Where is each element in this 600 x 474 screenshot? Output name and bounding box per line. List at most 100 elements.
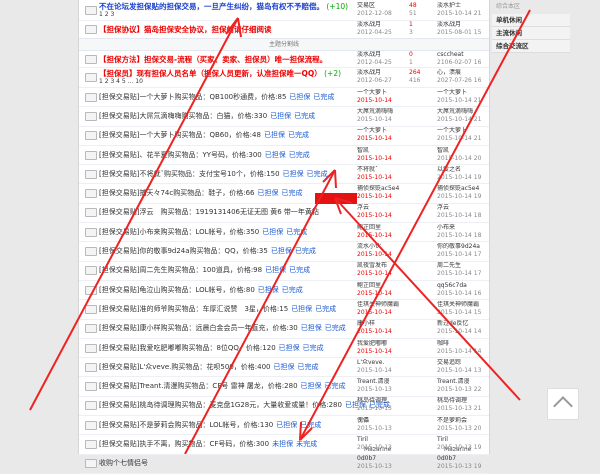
last-post-user[interactable]: 淡水战月 [437,21,489,29]
thread-author-name[interactable]: 康小样 [357,320,409,328]
thread-title-text[interactable]: 【担保方法】担保交易-流程（买家、卖家、担保员）唯一担保流程。 [99,55,327,64]
thread-author-name[interactable]: 淡水战月 [357,51,409,59]
guarantee-status-link[interactable]: 已担保 [265,151,286,159]
guarantee-status-link[interactable]: 已担保 [276,421,297,429]
thread-author-name[interactable]: 智凯 [357,147,409,155]
last-post-user[interactable]: 小布来 [437,224,489,232]
completion-status-link[interactable]: 未完成 [296,440,317,448]
last-post-user[interactable]: 佳琪关神师魔霸 [437,301,489,309]
thread-title-link[interactable]: [担保交易贴]捕天々74c购买物品：鞋子，价格:66 已担保 已完成 [99,188,302,198]
thread-title-link[interactable]: [担保交易贴]我爱吃肥嘟嘟购买物品：8位QQ，价格:120 已担保 已完成 [99,343,324,353]
last-post-user[interactable]: csccheat [437,51,489,59]
last-post-user[interactable]: 一个大萝卜 [437,127,489,135]
thread-author-name[interactable]: 鲍芷回里 [357,282,409,290]
thread-title-text[interactable]: [担保交易贴]浮云 购买物品：1919131406无证无图 黄6 带一年黄钻 [99,208,319,216]
side-top-link[interactable]: 综合本区 [492,0,570,14]
completion-status-link[interactable]: 已完成 [286,228,307,236]
thread-title-text[interactable]: 不在论坛发担保贴的担保交易，一旦产生纠纷，猫岛有权不予赔偿。 [99,2,324,11]
guarantee-status-link[interactable]: 已担保 [291,305,312,313]
thread-author-name[interactable]: 交易区 [357,2,409,10]
guarantee-status-link[interactable]: 已担保 [279,344,300,352]
thread-pager-text[interactable]: 1 2 3 4 5 ... 10 [99,78,143,85]
back-to-top-button[interactable] [547,388,579,420]
thread-title-link[interactable]: [担保交易贴]浮云 购买物品：1919131406无证无图 黄6 带一年黄钻 [99,207,319,217]
completion-status-link[interactable]: 已完成 [307,170,328,178]
side-item-general[interactable]: 综合交流区 [492,40,570,53]
thread-title-link[interactable]: [担保交易贴]大屌氘滴嗨嗨购买物品：白猫，价格:330 已担保 已完成 [99,111,315,121]
guarantee-status-link[interactable]: 已担保 [301,382,322,390]
thread-title-text[interactable]: [担保交易贴]一个大萝卜购买物品：QB100秒通费，价格:85 [99,93,286,101]
thread-author-name[interactable]: 凯夜雪发布 [357,262,409,270]
last-post-user[interactable]: 不是萝莉会 [437,417,489,425]
completion-status-link[interactable]: 已完成 [325,382,346,390]
thread-title-link[interactable]: 不在论坛发担保贴的担保交易，一旦产生纠纷，猫岛有权不予赔偿。 (+10) [99,1,348,12]
last-post-user[interactable]: qq56c7da [437,282,489,290]
guarantee-status-link[interactable]: 已担保 [270,112,291,120]
guarantee-status-link[interactable]: 已担保 [265,266,286,274]
completion-status-link[interactable]: 已完成 [294,112,315,120]
thread-title-text[interactable]: [担保交易贴]Treant.清漫购买物品：CF号 雷神 屠龙，价格:280 [99,382,298,390]
thread-title-text[interactable]: [担保交易贴]一个大萝卜购买物品：QB60，价格:48 [99,131,261,139]
side-item-single[interactable]: 单机休闲 [492,14,570,27]
thread-title-link[interactable]: 收购个七情侣号 [99,458,148,468]
thread-title-text[interactable]: [担保交易贴]小布来购买物品：LOL帐号，价格:350 [99,228,259,236]
thread-title-text[interactable]: [担保交易贴]准的师爷购买物品：车厚汇说赞 3星，价格:15 [99,305,288,313]
guarantee-status-link[interactable]: 已担保 [262,228,283,236]
thread-author-name[interactable]: 佳琪关神师魔霸 [357,301,409,309]
thread-title-text[interactable]: [担保交易贴]你的敬事9d24a购买物品：QQ，价格:35 [99,247,268,255]
last-post-user[interactable]: 桃岛待调理 [437,397,489,405]
last-post-user[interactable]: 一个大萝卜 [437,89,489,97]
thread-title-text[interactable]: [担保交易贴]康小样购买物品：远晨白金会员一年直充，价格:30 [99,324,298,332]
completion-status-link[interactable]: 已完成 [303,344,324,352]
last-post-user[interactable]: 心，溃痕 [437,69,489,77]
guarantee-status-link[interactable]: 已担保 [274,363,295,371]
last-post-user[interactable]: 新过de反忆 [437,320,489,328]
completion-status-link[interactable]: 已完成 [282,286,303,294]
thread-title-text[interactable]: [担保交易贴]执手不离，购买物品：CF号码，价格:300 [99,440,269,448]
guarantee-status-link[interactable]: 已担保 [271,247,292,255]
last-post-user[interactable]: 咖啡 [437,340,489,348]
thread-title-text[interactable]: 收购个七情侣号 [99,459,148,467]
thread-title-link[interactable]: [担保交易贴]准的师爷购买物品：车厚汇说赞 3星，价格:15 已担保 已完成 [99,304,336,314]
last-post-user[interactable]: 大屌氘滴嗨嗨 [437,108,489,116]
thread-title-text[interactable]: [担保交易贴]龟泣山购买物品：LOL帐号，价格:80 [99,286,255,294]
completion-status-link[interactable]: 已完成 [315,305,336,313]
thread-title-link[interactable]: [担保交易贴]康小样购买物品：远晨白金会员一年直充，价格:30 已担保 已完成 [99,323,346,333]
guarantee-status-link[interactable]: 未担保 [272,440,293,448]
last-post-user[interactable]: 交易追踪 [437,359,489,367]
thread-author-name[interactable]: 一个大萝卜 [357,89,409,97]
thread-title-link[interactable]: [担保交易贴]不是萝莉会购买物品：LOL帐号，价格:130 已担保 已完成 [99,420,321,430]
thread-pager[interactable]: 1 2 3 4 5 ... 10 [99,77,143,85]
completion-status-link[interactable]: 已完成 [298,363,319,371]
thread-author-name[interactable]: 桃岛待调理 [357,397,409,405]
thread-author-name[interactable]: 浮云 [357,204,409,212]
thread-title-text[interactable]: [担保交易贴]大屌氘滴嗨嗨购买物品：白猫，价格:330 [99,112,267,120]
thread-author-name[interactable]: 一个大萝卜 [357,127,409,135]
thread-title-text[interactable]: [担保交易贴]不是萝莉会购买物品：LOL帐号，价格:130 [99,421,273,429]
guarantee-status-link[interactable]: 已担保 [258,286,279,294]
thread-pager-text[interactable]: 1 2 3 [99,11,114,18]
last-post-user[interactable]: 淡水护士 [437,2,489,10]
thread-title-link[interactable]: 【担保协议】猫岛担保安全协议，担保前请仔细阅读 [99,24,272,35]
thread-author-name[interactable]: 大屌氘滴嗨嗨 [357,108,409,116]
thread-title-text[interactable]: 【担保协议】猫岛担保安全协议，担保前请仔细阅读 [99,25,272,34]
thread-author-name[interactable]: 傀儡 [357,417,409,425]
guarantee-status-link[interactable]: 已担保 [264,131,285,139]
thread-title-text[interactable]: [担保交易贴]不将就ˇ购买物品：支付宝号10个，价格:150 [99,170,280,178]
thread-title-link[interactable]: [担保交易贴]执手不离，购买物品：CF号码，价格:300 未担保 未完成 [99,439,317,449]
last-post-user[interactable]: 周二先生 [437,262,489,270]
thread-author-name[interactable]: 捕侦探贬ac5e4 [357,185,409,193]
thread-author-name[interactable]: Tiril [357,436,409,444]
guarantee-status-link[interactable]: 已担保 [301,324,322,332]
thread-title-link[interactable]: [担保交易贴]小布来购买物品：LOL帐号，价格:350 已担保 已完成 [99,227,307,237]
thread-author-name[interactable]: 我爱肥嘟嘟 [357,340,409,348]
guarantee-status-link[interactable]: 已担保 [283,170,304,178]
thread-author-name[interactable]: 淡水战月 [357,69,409,77]
completion-status-link[interactable]: 已完成 [289,266,310,274]
last-post-user[interactable]: 你的敬事9d24a [437,243,489,251]
thread-author-name[interactable]: 不将就ˇ [357,166,409,174]
guarantee-status-link[interactable]: 已担保 [289,93,310,101]
thread-title-link[interactable]: 【担保方法】担保交易-流程（买家、卖家、担保员）唯一担保流程。 [99,54,327,65]
last-post-user[interactable]: 捕侦探贬ac5e4 [437,185,489,193]
thread-title-text[interactable]: [担保交易贴]L'众veve.购买物品：花呗500，价格:400 [99,363,271,371]
